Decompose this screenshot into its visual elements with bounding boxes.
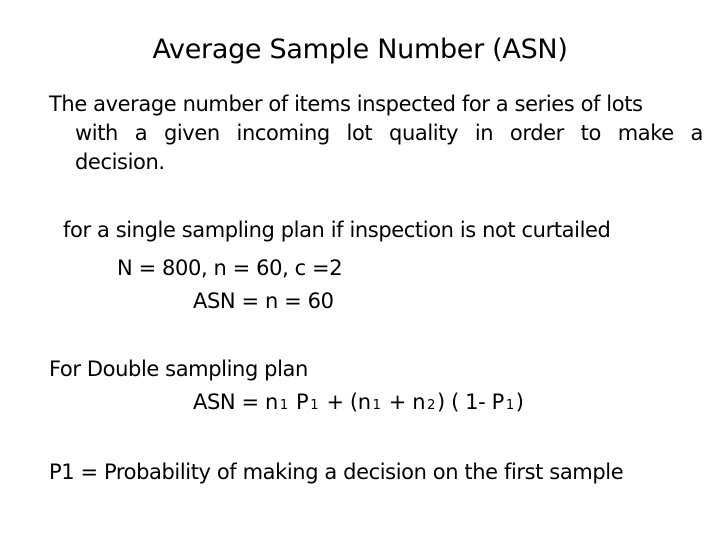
subscript-n2: 2 (427, 398, 436, 413)
formula-plus-open: + (n (320, 390, 371, 414)
definition-word: in (474, 121, 494, 145)
subscript-n1: 1 (279, 398, 288, 413)
definition-word: with (75, 121, 118, 145)
definition-word: make (617, 121, 674, 145)
formula-close: ) (515, 390, 524, 414)
definition-word: to (580, 121, 602, 145)
subscript-p1: 1 (505, 398, 514, 413)
formula-p1-term: P (289, 390, 309, 414)
definition-line-2: with a given incoming lot quality in ord… (75, 117, 703, 149)
slide-title: Average Sample Number (ASN) (152, 34, 568, 65)
subscript-n1: 1 (372, 398, 381, 413)
double-sampling-formula: ASN = n1 P1 + (n 1 + n 2) ( 1- P 1) (193, 386, 524, 422)
definition-word: incoming (236, 121, 331, 145)
definition-word: a (134, 121, 148, 145)
definition-word: quality (389, 121, 459, 145)
double-sampling-intro: For Double sampling plan (49, 357, 308, 381)
p1-definition: P1 = Probability of making a decision on… (49, 460, 624, 484)
definition-word: order (509, 121, 564, 145)
subscript-p1: 1 (310, 398, 319, 413)
definition-word: given (163, 121, 220, 145)
formula-lhs: ASN = n (193, 390, 278, 414)
definition-word: a (690, 121, 704, 145)
formula-close-open: ) ( 1- P (437, 390, 504, 414)
definition-line-3: decision. (75, 150, 165, 174)
definition-word: lot (346, 121, 373, 145)
single-sampling-intro: for a single sampling plan if inspection… (63, 218, 611, 242)
definition-line-1: The average number of items inspected fo… (49, 92, 643, 116)
slide: Average Sample Number (ASN) The average … (0, 0, 720, 540)
single-sampling-params: N = 800, n = 60, c =2 (117, 256, 343, 280)
single-sampling-asn: ASN = n = 60 (193, 289, 334, 313)
formula-plus-n2: + n (382, 390, 426, 414)
